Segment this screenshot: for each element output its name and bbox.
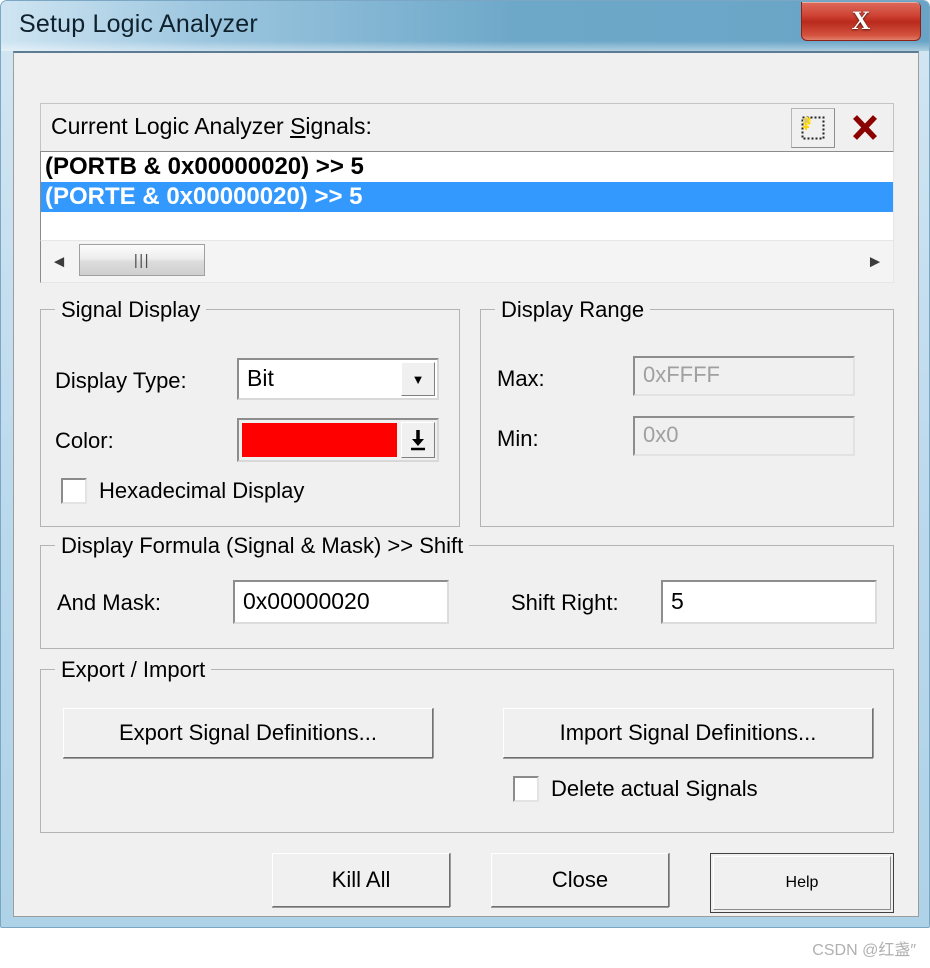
new-signal-button[interactable] xyxy=(791,108,835,148)
color-swatch[interactable] xyxy=(242,423,397,457)
signal-display-group: Signal Display Display Type: Bit ▼ Color… xyxy=(40,297,460,527)
signals-label-suffix: ignals: xyxy=(305,113,372,139)
checkbox-box[interactable] xyxy=(61,478,87,504)
max-input: 0xFFFF xyxy=(633,356,855,396)
hexadecimal-display-checkbox[interactable]: Hexadecimal Display xyxy=(61,478,304,504)
new-signal-icon xyxy=(801,116,825,140)
chevron-down-icon[interactable]: ▼ xyxy=(401,362,435,396)
dialog-client-area: Current Logic Analyzer Signals: (PORTB &… xyxy=(13,51,919,917)
scroll-left-arrow-icon[interactable]: ◄ xyxy=(43,241,75,282)
shift-right-input[interactable]: 5 xyxy=(661,580,877,624)
display-type-label: Display Type: xyxy=(55,368,187,393)
scrollbar-thumb[interactable]: ||| xyxy=(79,244,205,276)
export-import-group-title: Export / Import xyxy=(55,657,212,683)
color-dropdown-button[interactable] xyxy=(401,422,435,458)
signals-listbox[interactable]: (PORTB & 0x00000020) >> 5 (PORTE & 0x000… xyxy=(40,151,894,241)
import-signal-definitions-button[interactable]: Import Signal Definitions... xyxy=(503,708,873,758)
and-mask-label: And Mask: xyxy=(57,590,161,615)
delete-actual-signals-label: Delete actual Signals xyxy=(551,776,758,801)
display-formula-group-title: Display Formula (Signal & Mask) >> Shift xyxy=(55,533,470,559)
signals-list-label: Current Logic Analyzer Signals: xyxy=(51,113,372,140)
delete-actual-signals-checkbox[interactable]: Delete actual Signals xyxy=(513,776,758,802)
export-signal-definitions-button[interactable]: Export Signal Definitions... xyxy=(63,708,433,758)
min-label: Min: xyxy=(497,426,539,451)
close-dialog-button[interactable]: Close xyxy=(491,853,669,907)
signals-header-bar: Current Logic Analyzer Signals: xyxy=(40,103,894,151)
shift-right-label: Shift Right: xyxy=(511,590,619,615)
checkbox-box[interactable] xyxy=(513,776,539,802)
display-range-group-title: Display Range xyxy=(495,297,651,323)
help-button[interactable]: Help xyxy=(710,853,894,913)
delete-signal-button[interactable] xyxy=(843,108,887,148)
signal-display-group-title: Signal Display xyxy=(55,297,207,323)
min-input: 0x0 xyxy=(633,416,855,456)
display-type-combobox[interactable]: Bit ▼ xyxy=(237,358,439,400)
signals-horizontal-scrollbar[interactable]: ◄ ||| ► xyxy=(40,241,894,283)
delete-signal-icon xyxy=(853,115,877,140)
arrow-down-bar-icon xyxy=(411,430,425,451)
title-bar[interactable]: Setup Logic Analyzer X xyxy=(1,1,929,51)
kill-all-button[interactable]: Kill All xyxy=(272,853,450,907)
close-icon: X xyxy=(851,6,871,35)
window-title: Setup Logic Analyzer xyxy=(19,10,258,38)
signals-label-accelerator: S xyxy=(290,113,306,139)
list-item[interactable]: (PORTB & 0x00000020) >> 5 xyxy=(41,152,893,182)
display-formula-group: Display Formula (Signal & Mask) >> Shift… xyxy=(40,533,894,649)
list-item[interactable]: (PORTE & 0x00000020) >> 5 xyxy=(41,182,893,212)
color-picker[interactable] xyxy=(237,418,439,462)
window-close-button[interactable]: X xyxy=(801,2,921,41)
scroll-right-arrow-icon[interactable]: ► xyxy=(859,241,891,282)
and-mask-input[interactable]: 0x00000020 xyxy=(233,580,449,624)
display-type-value: Bit xyxy=(247,365,274,391)
hexadecimal-display-label: Hexadecimal Display xyxy=(99,478,305,503)
dialog-window: Setup Logic Analyzer X Current Logic Ana… xyxy=(0,0,930,928)
color-label: Color: xyxy=(55,428,114,453)
max-label: Max: xyxy=(497,366,545,391)
signals-label-prefix: Current Logic Analyzer xyxy=(51,113,291,139)
watermark: CSDN @红盏″ xyxy=(812,942,916,959)
display-range-group: Display Range Max: 0xFFFF Min: 0x0 xyxy=(480,297,894,527)
help-button-label: Help xyxy=(713,856,891,910)
export-import-group: Export / Import Export Signal Definition… xyxy=(40,657,894,833)
